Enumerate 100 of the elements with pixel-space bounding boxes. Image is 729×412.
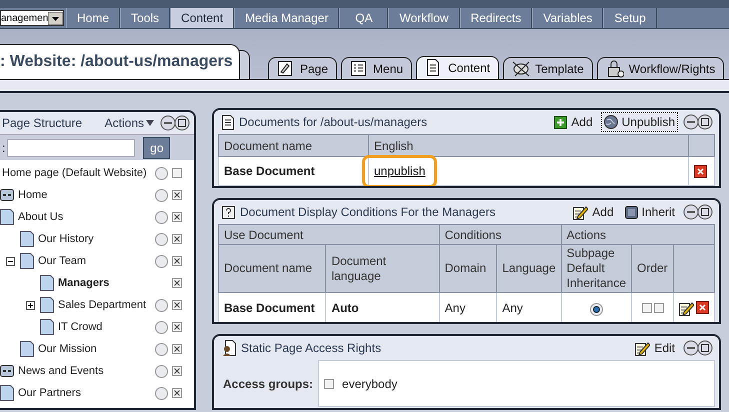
column-header: Domain (439, 244, 497, 293)
radio-button[interactable] (155, 188, 168, 202)
tree-item-label[interactable]: Our History (38, 230, 94, 248)
tree-item-label[interactable]: Sales Department (58, 296, 146, 314)
tree-item-label[interactable]: Our Team (38, 252, 86, 270)
menu-item[interactable]: Home (66, 8, 120, 28)
radio-button[interactable] (155, 298, 168, 312)
menu-item[interactable]: Media Manager (234, 8, 340, 28)
go-button[interactable]: go (143, 136, 170, 158)
menu-item[interactable]: Setup (603, 8, 657, 28)
delete-icon[interactable] (694, 164, 707, 178)
panel-action[interactable]: Inherit (622, 202, 678, 222)
checkbox[interactable] (172, 256, 182, 266)
window-controls-icon[interactable] (683, 340, 713, 356)
tab[interactable]: Menu (341, 57, 412, 79)
delete-icon[interactable] (696, 300, 709, 314)
checkbox[interactable] (172, 300, 182, 310)
window-controls-icon[interactable] (683, 204, 713, 220)
dropdown-arrow-icon[interactable] (48, 12, 63, 24)
edit-icon[interactable] (679, 300, 694, 316)
column-group-header: Actions (561, 224, 714, 245)
user-document-icon (222, 340, 236, 356)
panel-title: Static Page Access Rights (241, 340, 382, 358)
radio-button[interactable] (155, 232, 168, 246)
checkbox[interactable] (172, 388, 182, 398)
search-field[interactable] (7, 138, 136, 156)
search-label: : (2, 140, 6, 156)
radio-button[interactable] (155, 386, 168, 400)
panel-title: Page Structure (2, 115, 84, 132)
checkbox[interactable] (654, 303, 664, 314)
lock-icon (606, 60, 624, 78)
tree-item-label[interactable]: IT Crowd (58, 318, 102, 336)
caret-icon (146, 119, 154, 127)
tree-item-label[interactable]: Home page (Default Website) (2, 164, 147, 182)
group-name: everybody (342, 376, 398, 393)
tab[interactable]: Page (268, 57, 338, 79)
menu-item[interactable]: Tools (120, 8, 170, 28)
tree-item-label[interactable]: News and Events (18, 362, 104, 380)
panel-title: Documents for /about-us/managers (239, 114, 428, 131)
radio-button[interactable] (155, 166, 168, 180)
column-header: Language (496, 244, 562, 293)
template-icon (512, 60, 530, 78)
tree-item-label[interactable]: Home (18, 186, 48, 204)
column-header: Document name (218, 134, 368, 156)
page-title: : Website: /about-us/managers (0, 44, 240, 80)
list-icon (350, 60, 368, 78)
column-header: Document name (218, 244, 326, 293)
table-cell: Any (496, 292, 562, 322)
radio-button[interactable] (155, 210, 168, 224)
menu-item[interactable]: Content (170, 8, 234, 28)
window-controls-icon[interactable] (683, 114, 713, 130)
tab[interactable]: Content (416, 56, 500, 79)
menu-item[interactable]: Variables (532, 8, 604, 28)
checkbox[interactable] (172, 168, 182, 178)
menu-item[interactable]: Workflow (388, 8, 460, 28)
panel-action[interactable]: Add (551, 112, 596, 132)
radio-button[interactable] (155, 364, 168, 378)
radio-button[interactable] (155, 342, 168, 356)
radio-button-selected[interactable] (590, 302, 603, 316)
window-controls-icon[interactable] (160, 115, 190, 131)
checkbox[interactable] (172, 344, 182, 354)
page-icon (20, 341, 34, 357)
panel-action[interactable]: Unpublish (600, 112, 678, 132)
menu-item[interactable]: QA (339, 8, 388, 28)
panel-title: Document Display Conditions For the Managers (240, 204, 496, 222)
tree-item-label[interactable]: About Us (18, 208, 64, 226)
menu-item[interactable]: Redirects (460, 8, 532, 28)
tab[interactable]: Workflow/Rights (596, 57, 724, 79)
checkbox[interactable] (642, 303, 652, 314)
page-icon (20, 253, 34, 269)
tab[interactable]: Template (503, 57, 593, 79)
panel-action[interactable]: Edit (632, 338, 678, 358)
link-page-icon (0, 189, 14, 201)
collapse-icon[interactable] (6, 256, 14, 266)
checkbox[interactable] (324, 378, 334, 389)
checkbox[interactable] (172, 366, 182, 376)
actions-menu[interactable]: Actions (104, 114, 154, 132)
table-cell: Any (439, 292, 497, 322)
unpublish-link[interactable]: unpublish (374, 164, 426, 178)
column-header: Order (632, 244, 674, 293)
tree-item-label[interactable]: Our Mission (38, 340, 97, 358)
edit-icon (573, 204, 588, 220)
checkbox[interactable] (172, 322, 182, 332)
tree-item-label[interactable]: Our Partners (18, 384, 81, 402)
checkbox[interactable] (172, 234, 182, 244)
table-cell: Base Document (218, 292, 326, 322)
checkbox[interactable] (172, 190, 182, 200)
column-header: Document language (326, 244, 440, 293)
page-icon (40, 319, 54, 335)
radio-button[interactable] (155, 254, 168, 268)
panel-action[interactable]: Add (570, 202, 617, 222)
checkbox[interactable] (172, 278, 182, 288)
help-icon (222, 206, 235, 219)
checkbox[interactable] (172, 212, 182, 222)
site-select[interactable]: anagemen (0, 10, 64, 26)
column-header: English (368, 134, 688, 156)
tree-item-label[interactable]: Managers (58, 274, 110, 292)
expand-icon[interactable] (26, 300, 34, 310)
radio-button[interactable] (155, 320, 168, 334)
link-page-icon (0, 365, 14, 377)
